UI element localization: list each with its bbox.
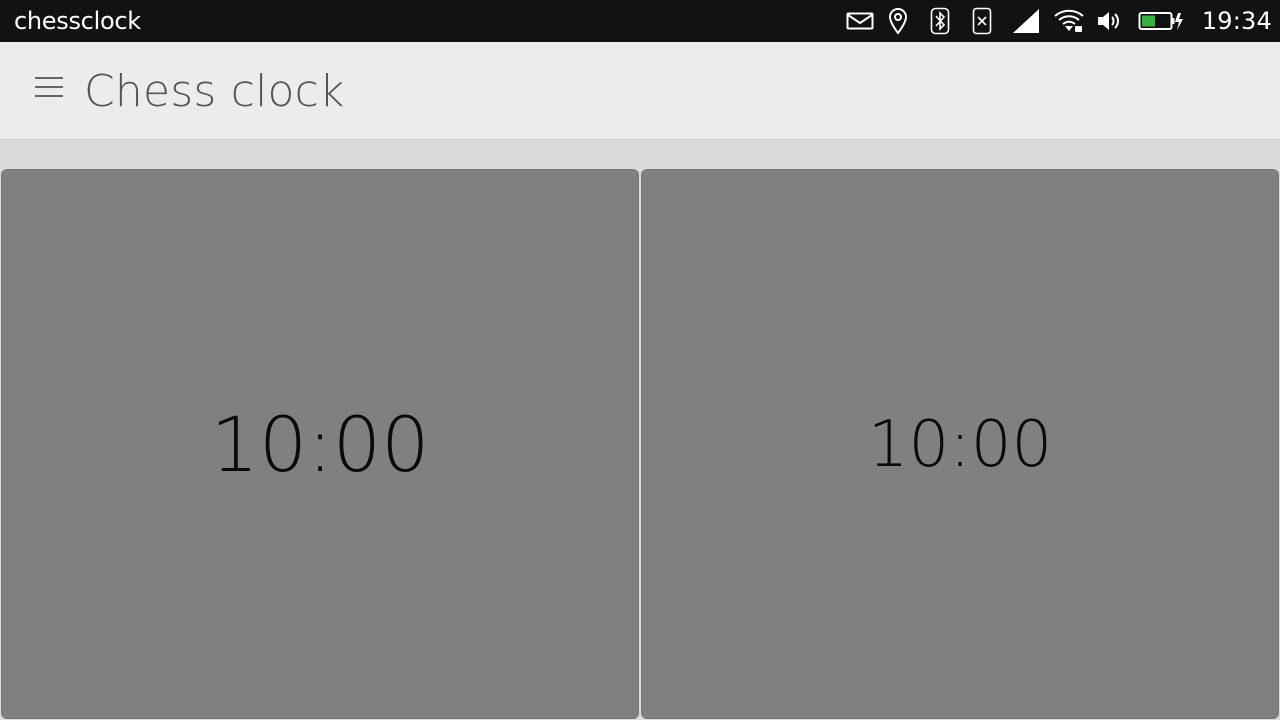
right-clock-button[interactable]: 10:00 bbox=[641, 169, 1279, 719]
no-sim-icon bbox=[972, 7, 992, 35]
right-clock-time: 10:00 bbox=[867, 408, 1053, 482]
left-clock-button[interactable]: 10:00 bbox=[1, 169, 639, 719]
page-title: Chess clock bbox=[84, 66, 345, 117]
app-header: Chess clock bbox=[0, 42, 1280, 140]
battery-charging-icon bbox=[1138, 12, 1183, 30]
hamburger-menu-icon bbox=[35, 77, 63, 97]
status-icons: 19:34 bbox=[846, 0, 1280, 42]
location-icon bbox=[888, 7, 907, 35]
status-app-name: chessclock bbox=[14, 7, 141, 35]
mail-icon bbox=[846, 12, 874, 30]
status-time: 19:34 bbox=[1201, 7, 1272, 35]
bluetooth-icon bbox=[930, 7, 950, 35]
volume-icon bbox=[1097, 12, 1119, 30]
hamburger-menu-button[interactable] bbox=[30, 74, 68, 104]
wifi-icon bbox=[1054, 9, 1084, 32]
header-divider bbox=[0, 140, 1280, 168]
status-bar: chessclock 19:34 bbox=[0, 0, 1280, 42]
left-clock-time: 10:00 bbox=[210, 400, 430, 489]
signal-icon bbox=[1012, 9, 1039, 33]
